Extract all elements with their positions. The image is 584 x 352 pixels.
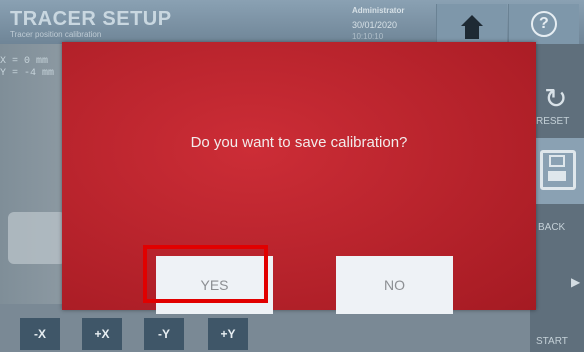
user-name: Administrator (352, 6, 405, 15)
reset-icon[interactable]: ↻ (544, 82, 567, 115)
jog-plus-y-button[interactable]: +Y (208, 318, 248, 350)
help-label: ? (539, 15, 549, 32)
save-icon[interactable] (540, 150, 576, 190)
header-bar: TRACER SETUP Tracer position calibration… (0, 0, 584, 44)
home-button[interactable] (436, 4, 507, 44)
date-display: 30/01/2020 (352, 20, 398, 30)
part-shape (8, 212, 66, 264)
coordinate-readout: X = 0 mm Y = -4 mm (0, 56, 54, 80)
tracer-setup-screen: TRACER SETUP Tracer position calibration… (0, 0, 584, 352)
dialog-message: Do you want to save calibration? (190, 134, 408, 151)
help-button[interactable]: ? (508, 4, 579, 44)
dialog-shading (62, 42, 536, 310)
time-display: 10:10:10 (352, 32, 384, 41)
y-coordinate: Y = -4 mm (0, 68, 55, 79)
jog-plus-x-button[interactable]: +X (82, 318, 122, 350)
save-icon-label (548, 171, 566, 181)
next-arrow-icon[interactable]: ▶ (571, 275, 580, 289)
jog-minus-y-button[interactable]: -Y (144, 318, 184, 350)
no-button[interactable]: NO (336, 256, 453, 314)
tracer-view (0, 44, 66, 304)
yes-button-highlight (143, 245, 268, 303)
back-button-label[interactable]: BACK (538, 222, 565, 233)
home-icon (461, 15, 483, 39)
save-calibration-dialog: Do you want to save calibration? YES NO (62, 42, 536, 314)
save-icon-slot (549, 155, 565, 167)
reset-button-label[interactable]: RESET (536, 116, 569, 127)
jog-minus-x-button[interactable]: -X (20, 318, 60, 350)
x-coordinate: X = 0 mm (0, 56, 49, 67)
page-title: TRACER SETUP (10, 8, 172, 30)
start-button-label[interactable]: START (536, 336, 568, 347)
page-subtitle: Tracer position calibration (10, 30, 102, 39)
